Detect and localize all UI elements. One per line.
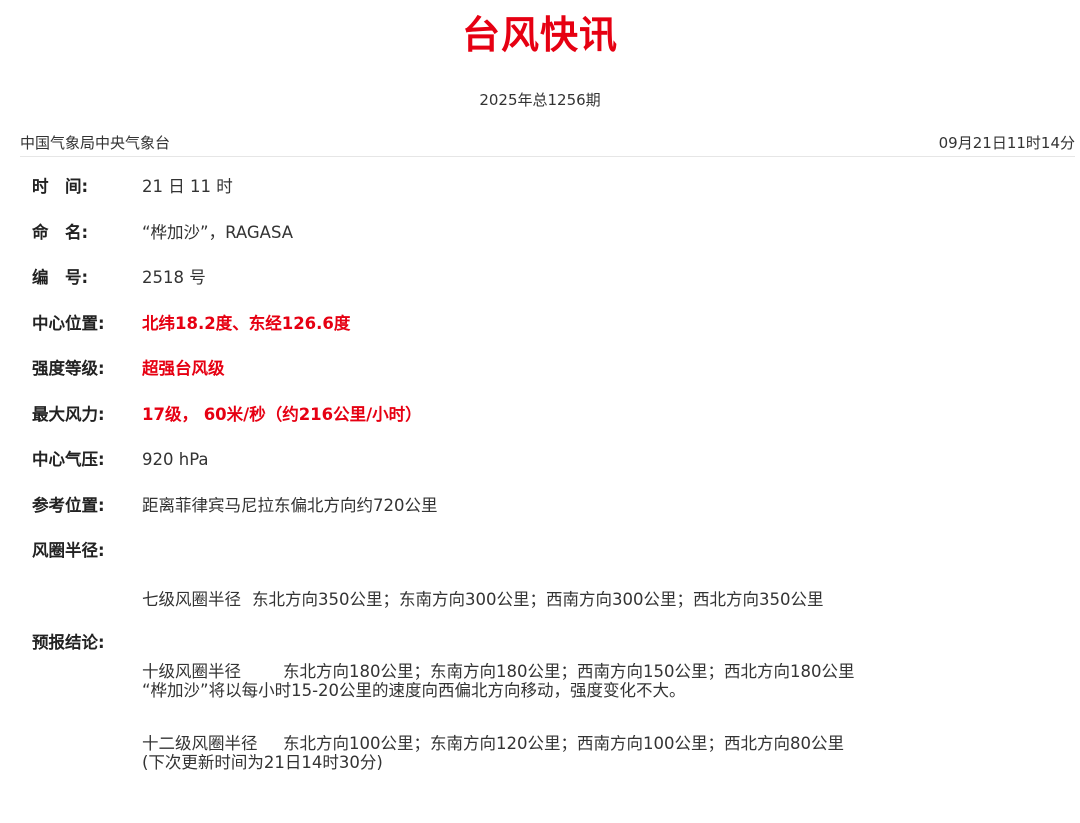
row-intensity: 强度等级: 超强台风级 (32, 354, 1062, 400)
row-wind-radius: 风圈半径: 七级风圈半径 东北方向350公里；东南方向300公里；西南方向300公… (32, 536, 1062, 753)
row-pressure: 中心气压: 920 hPa (32, 445, 1062, 491)
wind-radius-detail: 东北方向350公里；东南方向300公里；西南方向300公里；西北方向350公里 (252, 590, 824, 609)
label-number: 编 号: (32, 268, 89, 287)
row-center-position: 中心位置: 北纬18.2度、东经126.6度 (32, 309, 1062, 355)
row-reference-position: 参考位置: 距离菲律宾马尼拉东偏北方向约720公里 (32, 491, 1062, 537)
label-forecast: 预报结论: (32, 633, 105, 652)
forecast-next-update: (下次更新时间为21日14时30分) (142, 753, 383, 772)
value-pressure: 920 hPa (142, 450, 209, 469)
label-name: 命 名: (32, 222, 89, 242)
label-center-position: 中心位置: (32, 313, 105, 333)
label-intensity: 强度等级: (32, 359, 105, 378)
meta-row: 中国气象局中央气象台 09月21日11时14分 (20, 132, 1075, 157)
row-forecast: 预报结论: “桦加沙”将以每小时15-20公里的速度向西偏北方向移动，强度变化不… (32, 628, 1062, 772)
label-time: 时 间: (32, 177, 89, 196)
page-title: 台风快讯 (461, 13, 618, 57)
value-time: 21 日 11 时 (142, 177, 233, 196)
row-time: 时 间: 21 日 11 时 (32, 172, 1062, 218)
typhoon-info-table: 时 间: 21 日 11 时 命 名: “桦加沙”，RAGASA 编 号: 25… (32, 172, 1062, 772)
value-forecast: “桦加沙”将以每小时15-20公里的速度向西偏北方向移动，强度变化不大。 (下次… (142, 631, 686, 823)
label-wind-radius: 风圈半径: (32, 541, 105, 560)
value-number: 2518 号 (142, 268, 206, 287)
value-name: “桦加沙”，RAGASA (142, 222, 294, 242)
row-name: 命 名: “桦加沙”，RAGASA (32, 218, 1062, 264)
label-pressure: 中心气压: (32, 450, 105, 469)
label-max-wind: 最大风力: (32, 404, 105, 424)
forecast-text: “桦加沙”将以每小时15-20公里的速度向西偏北方向移动，强度变化不大。 (142, 681, 686, 700)
wind-radius-line: 七级风圈半径 东北方向350公里；东南方向300公里；西南方向300公里；西北方向… (142, 588, 854, 612)
row-max-wind: 最大风力: 17级， 60米/秒（约216公里/小时） (32, 400, 1062, 446)
value-max-wind: 17级， 60米/秒（约216公里/小时） (142, 404, 422, 424)
value-reference-position: 距离菲律宾马尼拉东偏北方向约720公里 (142, 495, 438, 515)
value-center-position: 北纬18.2度、东经126.6度 (142, 313, 351, 333)
label-reference-position: 参考位置: (32, 495, 105, 515)
issue-number: 2025年总1256期 (479, 91, 601, 109)
issuing-agency: 中国气象局中央气象台 (20, 134, 171, 152)
value-intensity: 超强台风级 (142, 359, 225, 378)
publish-datetime: 09月21日11时14分 (938, 134, 1075, 152)
wind-radius-level: 七级风圈半径 (142, 590, 241, 609)
row-number: 编 号: 2518 号 (32, 263, 1062, 309)
